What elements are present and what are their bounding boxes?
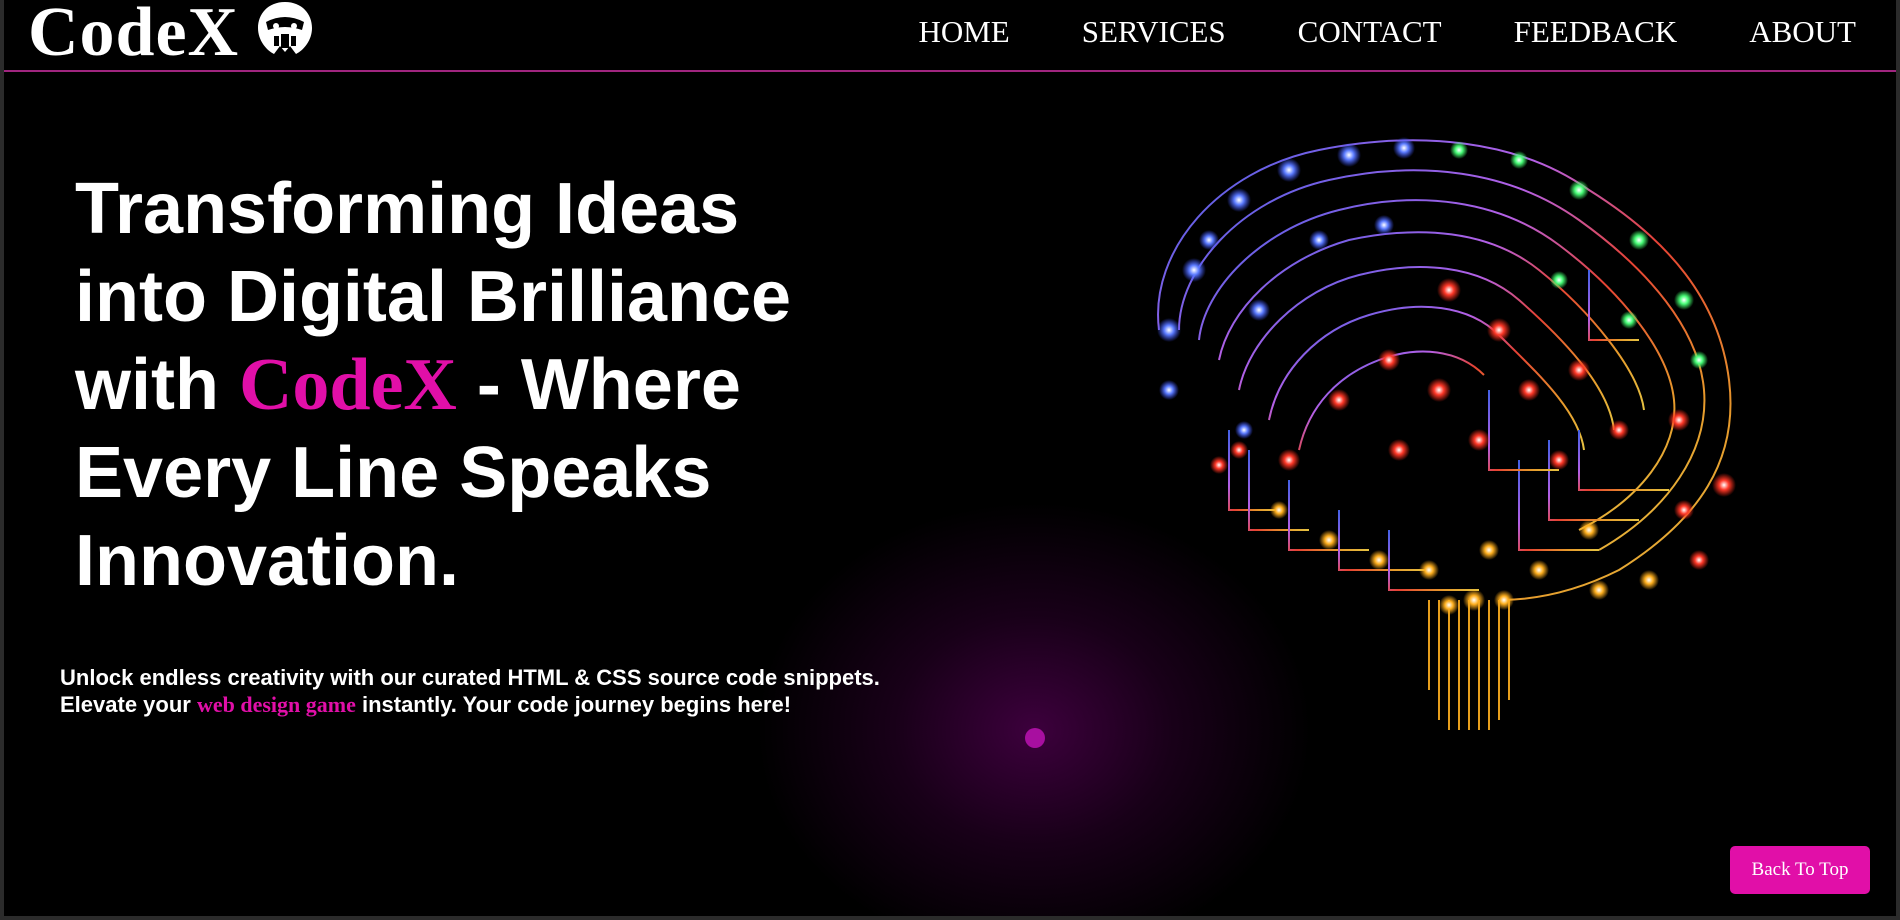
hero-headline: Transforming Ideas into Digital Brillian…: [75, 165, 875, 605]
nav-services[interactable]: SERVICES: [1082, 12, 1226, 52]
logo-text[interactable]: CodeX: [28, 0, 239, 70]
headline-brand: CodeX: [238, 344, 457, 426]
cursor-dot: [1025, 728, 1045, 748]
para-highlight-link[interactable]: web design game: [197, 692, 356, 717]
hero-paragraph: Unlock endless creativity with our curat…: [60, 664, 900, 718]
page: CodeX HOME SERVICES CONTACT FEEDBACK ABO…: [4, 0, 1896, 916]
nav-feedback[interactable]: FEEDBACK: [1514, 12, 1678, 52]
nav-links: HOME SERVICES CONTACT FEEDBACK ABOUT: [918, 12, 1856, 52]
hacker-mask-icon: [258, 2, 312, 54]
nav-about[interactable]: ABOUT: [1749, 12, 1856, 52]
top-navbar: CodeX HOME SERVICES CONTACT FEEDBACK ABO…: [4, 0, 1896, 72]
nav-home[interactable]: HOME: [918, 12, 1009, 52]
circuit-brain-illustration: [1157, 137, 1736, 730]
nav-contact[interactable]: CONTACT: [1298, 12, 1442, 52]
para-text-2: instantly. Your code journey begins here…: [355, 692, 792, 717]
back-to-top-button[interactable]: Back To Top: [1730, 846, 1870, 894]
